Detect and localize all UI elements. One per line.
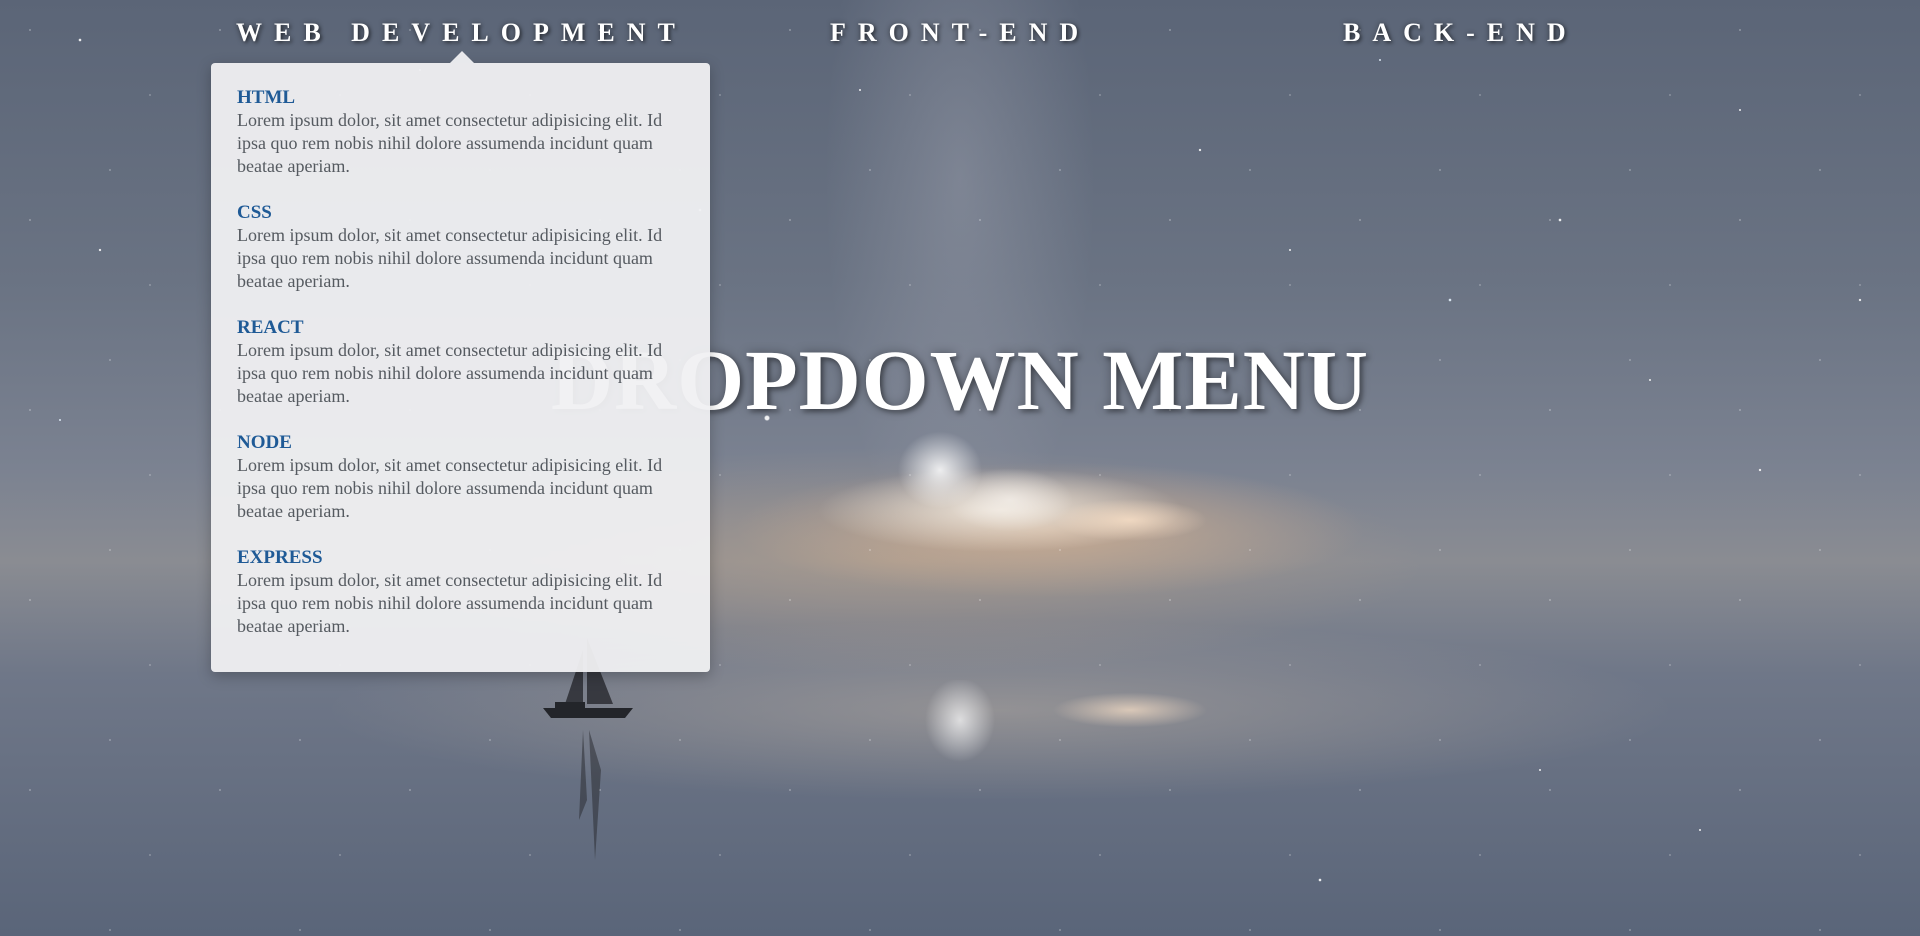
- dropdown-item-html: HTML Lorem ipsum dolor, sit amet consect…: [237, 87, 684, 178]
- nav-front-end[interactable]: FRONT-END: [830, 18, 1090, 48]
- dropdown-item-express: EXPRESS Lorem ipsum dolor, sit amet cons…: [237, 547, 684, 638]
- dropdown-item-title[interactable]: REACT: [237, 317, 684, 339]
- dropdown-item-title[interactable]: HTML: [237, 87, 684, 109]
- dropdown-panel: HTML Lorem ipsum dolor, sit amet consect…: [211, 51, 710, 672]
- dropdown-item-title[interactable]: CSS: [237, 202, 684, 224]
- cloud-reflection: [860, 680, 1280, 800]
- dropdown-item-description: Lorem ipsum dolor, sit amet consectetur …: [237, 110, 663, 176]
- dropdown-item-css: CSS Lorem ipsum dolor, sit amet consecte…: [237, 202, 684, 293]
- dropdown-item-description: Lorem ipsum dolor, sit amet consectetur …: [237, 455, 663, 521]
- dropdown-item-description: Lorem ipsum dolor, sit amet consectetur …: [237, 225, 663, 291]
- dropdown-item-node: NODE Lorem ipsum dolor, sit amet consect…: [237, 432, 684, 523]
- dropdown-item-description: Lorem ipsum dolor, sit amet consectetur …: [237, 570, 663, 636]
- dropdown-item-title[interactable]: NODE: [237, 432, 684, 454]
- dropdown-item-description: Lorem ipsum dolor, sit amet consectetur …: [237, 340, 663, 406]
- nav-back-end[interactable]: BACK-END: [1343, 18, 1578, 48]
- top-navigation: WEB DEVELOPMENT FRONT-END BACK-END: [0, 0, 1920, 72]
- nav-web-development[interactable]: WEB DEVELOPMENT: [236, 18, 687, 48]
- glowing-cloud: [860, 430, 1280, 550]
- dropdown-item-react: REACT Lorem ipsum dolor, sit amet consec…: [237, 317, 684, 408]
- dropdown-item-title[interactable]: EXPRESS: [237, 547, 684, 569]
